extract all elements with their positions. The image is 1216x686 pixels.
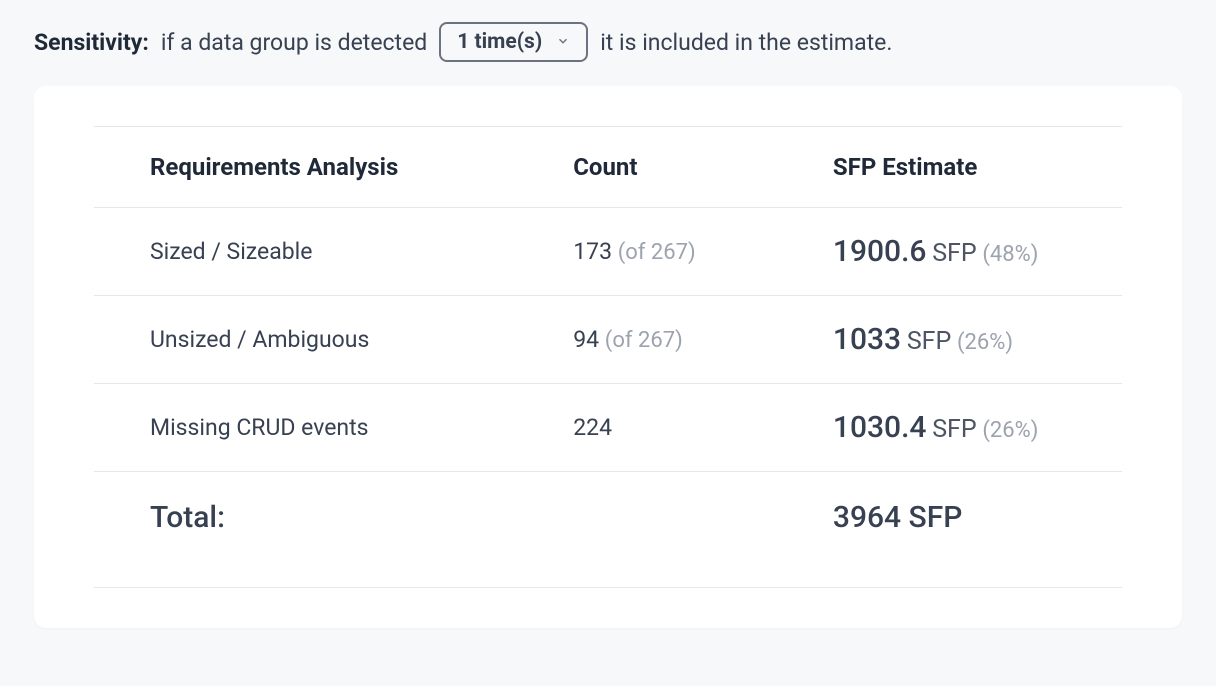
table-row: Unsized / Ambiguous 94 (of 267) 1033 SFP… <box>94 296 1122 384</box>
chevron-down-icon <box>556 30 570 54</box>
sfp-value: 1030.4 <box>833 410 927 445</box>
sfp-value: 1033 <box>833 322 901 357</box>
header-count: Count <box>517 127 777 208</box>
sensitivity-post-text: it is included in the estimate. <box>600 29 892 56</box>
count-of: (of 267) <box>618 240 696 265</box>
sfp-value: 1900.6 <box>833 234 927 269</box>
sfp-pct: (26%) <box>982 418 1038 443</box>
total-sfp: 3964 SFP <box>777 472 1122 588</box>
total-count-empty <box>517 472 777 588</box>
sensitivity-label: Sensitivity: <box>34 29 149 56</box>
row-sfp: 1033 SFP (26%) <box>777 296 1122 384</box>
analysis-table: Requirements Analysis Count SFP Estimate… <box>94 126 1122 588</box>
row-count: 173 (of 267) <box>517 208 777 296</box>
count-value: 94 <box>573 326 599 353</box>
page-root: Sensitivity: if a data group is detected… <box>0 0 1216 662</box>
table-row: Sized / Sizeable 173 (of 267) 1900.6 SFP… <box>94 208 1122 296</box>
table-total-row: Total: 3964 SFP <box>94 472 1122 588</box>
sfp-unit: SFP <box>907 327 951 356</box>
row-label: Missing CRUD events <box>94 384 517 472</box>
row-label: Sized / Sizeable <box>94 208 517 296</box>
row-label: Unsized / Ambiguous <box>94 296 517 384</box>
total-label: Total: <box>94 472 517 588</box>
sfp-unit: SFP <box>932 415 976 444</box>
table-row: Missing CRUD events 224 1030.4 SFP (26%) <box>94 384 1122 472</box>
count-value: 173 <box>573 238 612 265</box>
analysis-card: Requirements Analysis Count SFP Estimate… <box>34 86 1182 628</box>
row-count: 224 <box>517 384 777 472</box>
sfp-unit: SFP <box>932 239 976 268</box>
header-requirements: Requirements Analysis <box>94 127 517 208</box>
count-of: (of 267) <box>605 328 683 353</box>
sfp-pct: (48%) <box>982 242 1038 267</box>
sensitivity-select[interactable]: 1 time(s) <box>439 22 588 62</box>
row-sfp: 1030.4 SFP (26%) <box>777 384 1122 472</box>
sensitivity-selected-value: 1 time(s) <box>457 30 542 54</box>
sfp-pct: (26%) <box>957 330 1013 355</box>
sensitivity-pre-text: if a data group is detected <box>161 29 427 56</box>
sensitivity-line: Sensitivity: if a data group is detected… <box>34 22 1182 62</box>
table-header-row: Requirements Analysis Count SFP Estimate <box>94 127 1122 208</box>
row-sfp: 1900.6 SFP (48%) <box>777 208 1122 296</box>
row-count: 94 (of 267) <box>517 296 777 384</box>
header-sfp: SFP Estimate <box>777 127 1122 208</box>
count-value: 224 <box>573 414 612 441</box>
